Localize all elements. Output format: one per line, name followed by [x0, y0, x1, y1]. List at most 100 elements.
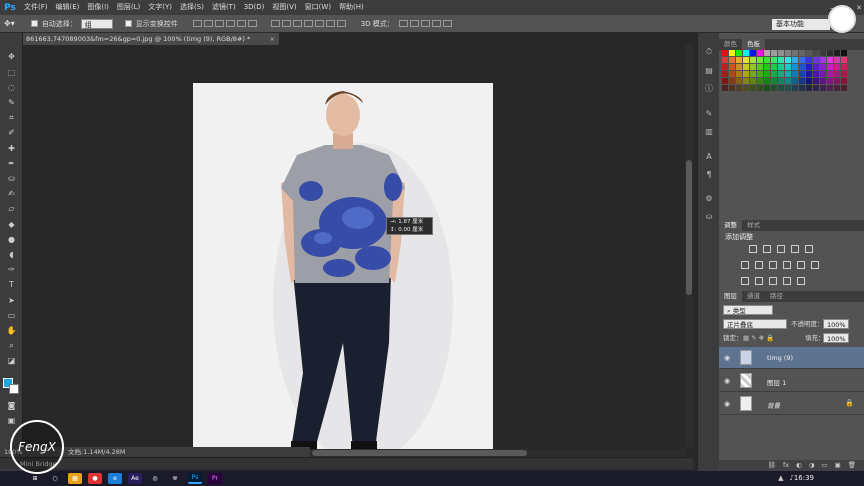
move-tool-icon[interactable]: ✥▾ — [4, 19, 15, 28]
color-swatch[interactable] — [750, 64, 756, 70]
menu-image[interactable]: 图像(I) — [83, 0, 113, 15]
color-swatch[interactable] — [722, 85, 728, 91]
color-swatch[interactable] — [722, 50, 728, 56]
tab-color[interactable]: 颜色 — [719, 39, 742, 50]
eye-icon[interactable]: ◉ — [724, 354, 730, 362]
color-swatch[interactable] — [743, 57, 749, 63]
color-swatch[interactable] — [778, 78, 784, 84]
history-brush-tool-icon[interactable]: ✍ — [5, 188, 18, 199]
color-swatch[interactable] — [813, 78, 819, 84]
lasso-tool-icon[interactable]: ◌ — [5, 82, 18, 93]
start-button[interactable]: ⊞ — [28, 473, 42, 484]
background-color-swatch[interactable] — [9, 384, 19, 394]
shape-tool-icon[interactable]: ▭ — [5, 310, 18, 321]
adjustment-layer-icon[interactable]: ◑ — [809, 460, 815, 471]
align-top-icon[interactable] — [192, 20, 202, 27]
color-swatch[interactable] — [834, 57, 840, 63]
color-swatch[interactable] — [743, 50, 749, 56]
layer-name[interactable]: 图层 1 — [767, 377, 786, 387]
blend-mode-dropdown[interactable]: 正片叠底 — [723, 319, 787, 329]
color-swatch[interactable] — [771, 57, 777, 63]
color-swatch[interactable] — [792, 64, 798, 70]
color-swatch[interactable] — [820, 71, 826, 77]
color-swatch[interactable] — [764, 57, 770, 63]
color-swatch[interactable] — [813, 57, 819, 63]
3d-scale-icon[interactable] — [442, 20, 452, 27]
color-swatch[interactable] — [827, 64, 833, 70]
color-swatch[interactable] — [806, 78, 812, 84]
color-swatch[interactable] — [827, 57, 833, 63]
layer-row-timg[interactable]: ◉ timg (9) — [719, 347, 864, 369]
fx-icon[interactable]: fx — [783, 460, 789, 471]
posterize-icon[interactable] — [755, 277, 763, 285]
color-swatch[interactable] — [841, 64, 847, 70]
new-layer-icon[interactable]: ▣ — [835, 460, 841, 471]
color-swatch[interactable] — [785, 71, 791, 77]
menu-view[interactable]: 视图(V) — [268, 0, 300, 15]
taskbar-search-icon[interactable]: ○ — [48, 473, 62, 484]
workspace-dropdown[interactable]: 基本功能 — [772, 19, 830, 30]
color-swatch[interactable] — [736, 78, 742, 84]
color-swatch[interactable] — [827, 85, 833, 91]
exposure-icon[interactable] — [791, 245, 799, 253]
align-left-icon[interactable] — [225, 20, 235, 27]
menu-filter[interactable]: 滤镜(T) — [208, 0, 240, 15]
color-swatch[interactable] — [792, 85, 798, 91]
color-swatch[interactable] — [799, 85, 805, 91]
color-swatch[interactable] — [750, 50, 756, 56]
app-icon-circle[interactable]: ◎ — [148, 473, 162, 484]
menu-3d[interactable]: 3D(D) — [240, 0, 269, 15]
pen-tool-icon[interactable]: ✑ — [5, 264, 18, 275]
path-select-tool-icon[interactable]: ➤ — [5, 295, 18, 306]
menu-select[interactable]: 选择(S) — [176, 0, 208, 15]
color-swatch[interactable] — [771, 85, 777, 91]
color-swatch[interactable] — [820, 57, 826, 63]
color-swatch[interactable] — [820, 78, 826, 84]
color-swatch[interactable] — [792, 57, 798, 63]
color-swatch[interactable] — [722, 78, 728, 84]
color-swatch[interactable] — [736, 71, 742, 77]
browser-icon[interactable]: e — [108, 473, 122, 484]
selective-color-icon[interactable] — [797, 277, 805, 285]
color-swatch[interactable] — [729, 64, 735, 70]
color-swatch[interactable] — [736, 85, 742, 91]
distribute-bottom-icon[interactable] — [292, 20, 302, 27]
color-swatch[interactable] — [764, 64, 770, 70]
menu-window[interactable]: 窗口(W) — [301, 0, 335, 15]
properties-panel-icon[interactable]: ▤ — [703, 65, 715, 75]
color-swatch[interactable] — [729, 78, 735, 84]
auto-select-dropdown[interactable]: 组 — [80, 18, 113, 29]
link-layers-icon[interactable]: ⛓ — [768, 460, 776, 471]
color-swatch[interactable] — [799, 71, 805, 77]
color-swatch[interactable] — [834, 71, 840, 77]
eye-icon[interactable]: ◉ — [724, 400, 730, 408]
color-swatch[interactable] — [771, 71, 777, 77]
color-swatch[interactable] — [792, 50, 798, 56]
levels-icon[interactable] — [763, 245, 771, 253]
color-swatch[interactable] — [785, 85, 791, 91]
distribute-hcenter-icon[interactable] — [314, 20, 324, 27]
color-swatch[interactable] — [743, 71, 749, 77]
layer-filter-dropdown[interactable]: ⌕ 类型 — [723, 305, 773, 315]
align-bottom-icon[interactable] — [214, 20, 224, 27]
tab-styles[interactable]: 样式 — [742, 220, 765, 231]
vibrance-icon[interactable] — [805, 245, 813, 253]
3d-rotate-icon[interactable] — [398, 20, 408, 27]
color-swatch[interactable] — [778, 85, 784, 91]
screen-mode-icon[interactable]: ▣ — [5, 415, 18, 426]
color-swatch[interactable] — [799, 57, 805, 63]
auto-select-checkbox[interactable] — [30, 20, 38, 27]
3d-roll-icon[interactable] — [409, 20, 419, 27]
status-doc-info[interactable]: 文档:1.14M/4.28M — [68, 448, 126, 456]
type-tool-icon[interactable]: T — [5, 279, 18, 290]
color-swatch[interactable] — [841, 78, 847, 84]
brush-presets-icon[interactable]: ▥ — [703, 126, 715, 136]
color-swatch[interactable] — [750, 57, 756, 63]
color-swatch[interactable] — [841, 71, 847, 77]
auto-align-icon[interactable] — [336, 20, 346, 27]
threshold-icon[interactable] — [769, 277, 777, 285]
color-swatch[interactable] — [750, 78, 756, 84]
align-right-icon[interactable] — [247, 20, 257, 27]
color-swatch[interactable] — [757, 50, 763, 56]
marquee-tool-icon[interactable]: ⬚ — [5, 67, 18, 78]
